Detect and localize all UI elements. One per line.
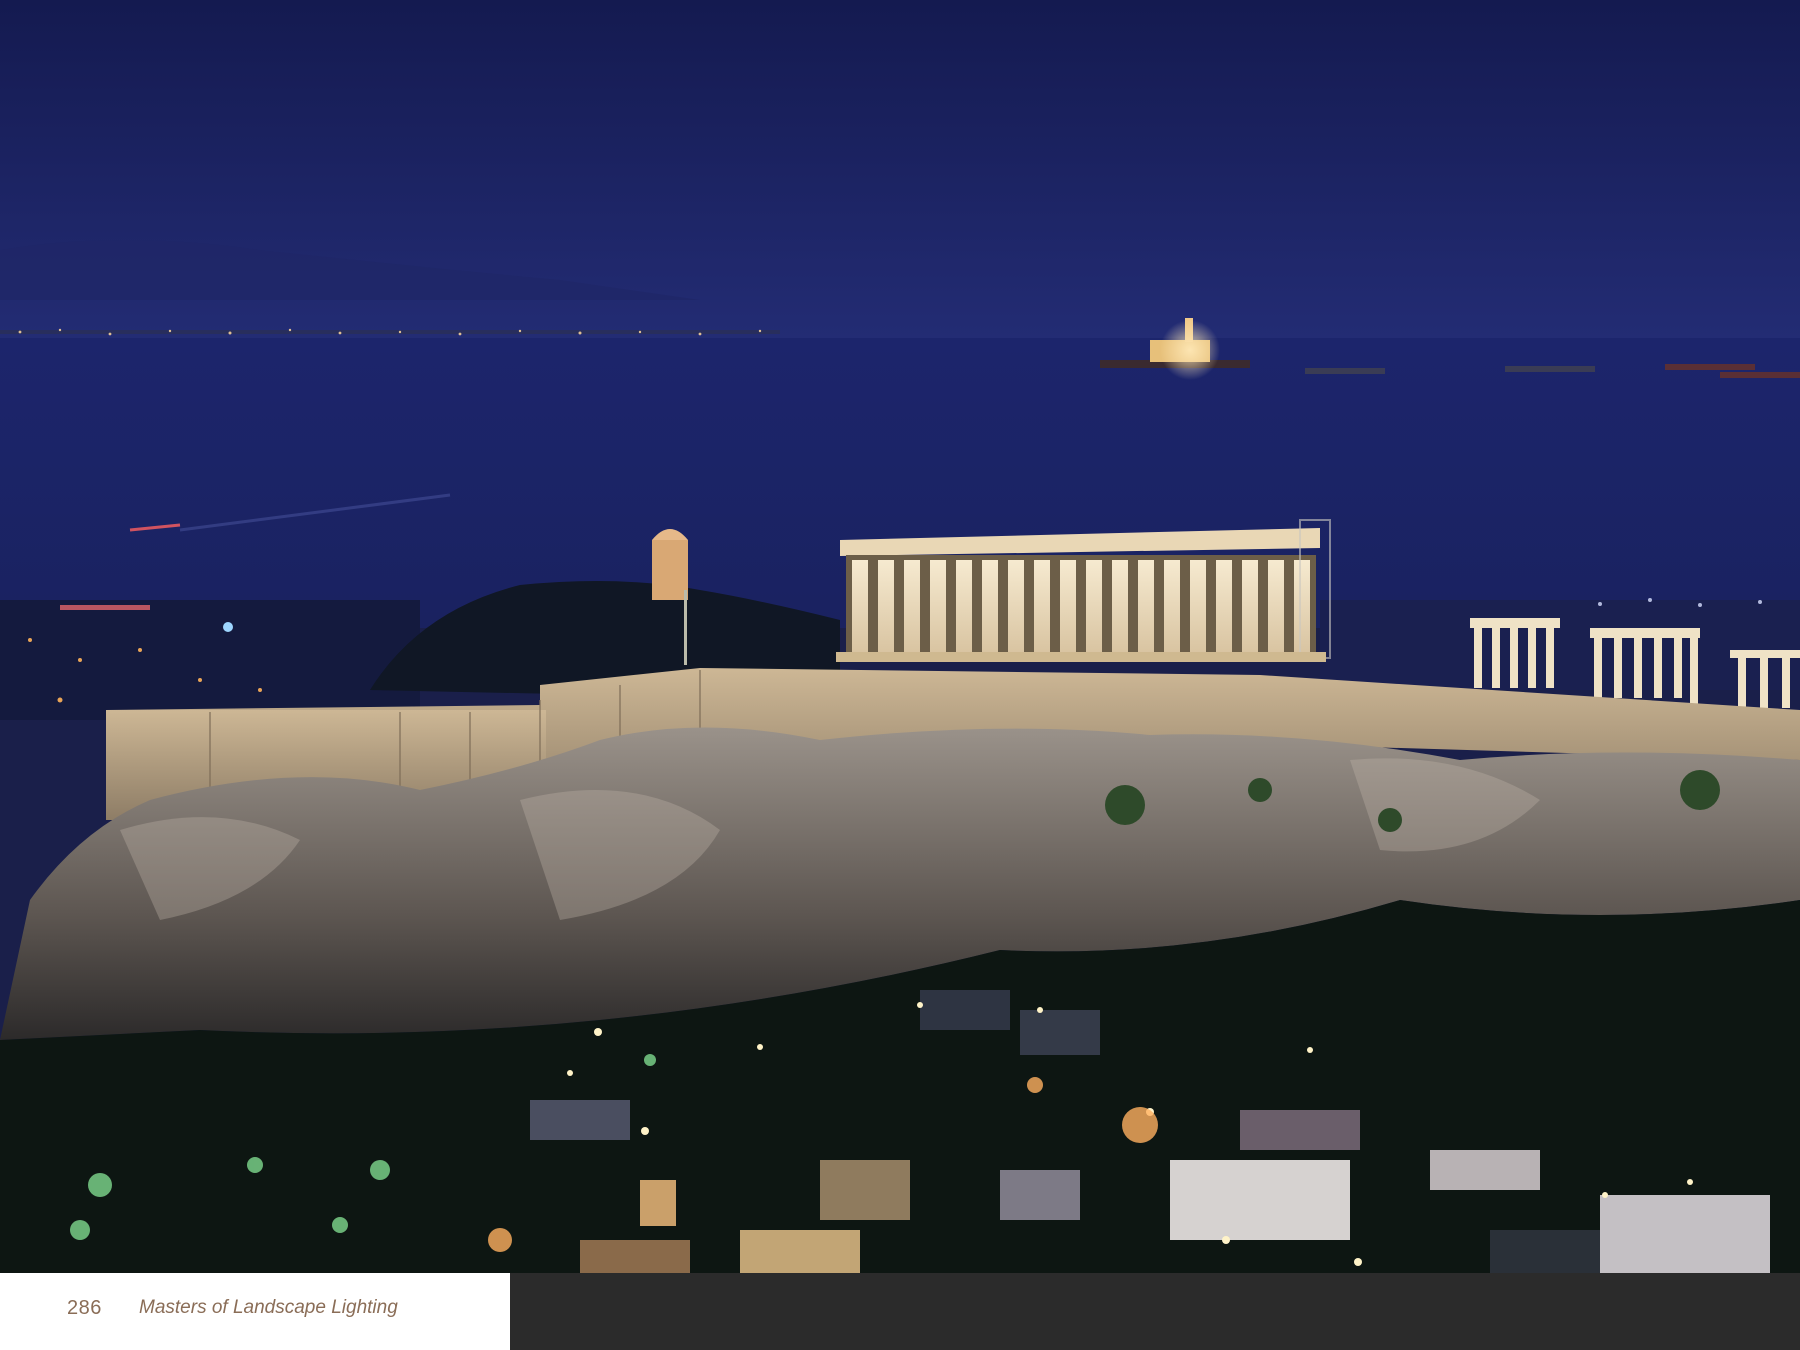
- acropolis-night-photo: [0, 0, 1800, 1273]
- footer-dark-panel: [510, 1273, 1800, 1350]
- book-title: Masters of Landscape Lighting: [139, 1297, 398, 1318]
- city-left: [0, 600, 420, 720]
- city-right: [1320, 600, 1800, 690]
- page: 286 Masters of Landscape Lighting: [0, 0, 1800, 1350]
- page-number: 286: [67, 1297, 102, 1319]
- page-footer: 286 Masters of Landscape Lighting: [0, 1273, 1800, 1350]
- parthenon: [836, 519, 1331, 662]
- footer-caption-panel: 286 Masters of Landscape Lighting: [0, 1273, 510, 1350]
